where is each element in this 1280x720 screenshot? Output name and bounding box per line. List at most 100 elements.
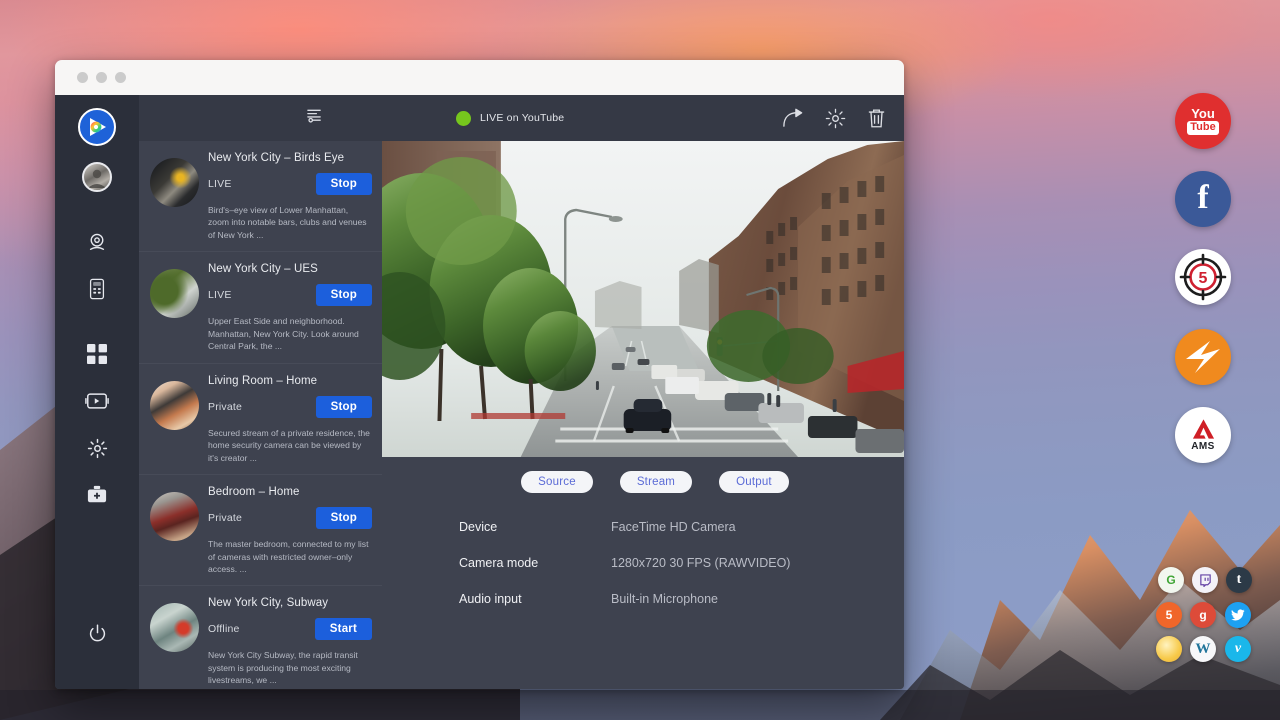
desktop-icon-facebook[interactable]: f [1175,171,1231,227]
camera-info: Living Room – Home Private Stop Secured … [208,373,372,464]
tab-output[interactable]: Output [719,471,789,493]
sidebar-item-devices[interactable] [77,269,117,309]
twitter-bird-icon [1231,609,1245,621]
video-screen-icon [85,391,109,411]
live-status: LIVE on YouTube [456,111,564,126]
camera-thumbnail [150,492,199,541]
list-item[interactable]: Bedroom – Home Private Stop The master b… [139,475,382,586]
camera-toggle-button[interactable]: Stop [316,396,372,418]
maximize-button[interactable] [115,72,126,83]
detail-value: FaceTime HD Camera [611,520,736,534]
camera-status-row: Offline Start [208,618,372,640]
svg-text:5: 5 [1199,270,1208,287]
camera-title: Living Room – Home [208,375,372,387]
desktop-icon-google-plus[interactable]: g [1190,602,1216,628]
camera-list-column: New York City – Birds Eye LIVE Stop Bird… [139,95,382,689]
camera-toggle-button[interactable]: Start [315,618,372,640]
camera-state: Offline [208,623,240,635]
detail-label: Audio input [459,592,611,606]
close-button[interactable] [77,72,88,83]
gear-icon [825,108,846,129]
video-frame [382,141,904,457]
play-logo-icon [85,115,109,139]
camera-info: New York City, Subway Offline Start New … [208,595,372,686]
ams-label: AMS [1191,441,1214,452]
target-crosshair-icon: 5 [1178,252,1228,302]
camera-title: New York City, Subway [208,597,372,609]
camera-list: New York City – Birds Eye LIVE Stop Bird… [139,141,382,689]
delete-button[interactable] [867,108,886,129]
sort-filter-icon [306,107,323,124]
avatar-icon [84,164,110,190]
sidebar-item-dashboard[interactable] [77,334,117,374]
sort-filter-button[interactable] [306,107,323,129]
detail-row: Camera mode 1280x720 30 FPS (RAWVIDEO) [459,556,904,570]
camera-description: New York City Subway, the rapid transit … [208,649,372,686]
remote-device-icon [87,278,107,300]
list-item[interactable]: New York City, Subway Offline Start New … [139,586,382,689]
sidebar-item-cameras[interactable] [77,222,117,262]
desktop-icon-livestream-five[interactable]: 5 [1156,602,1182,628]
settings-button[interactable] [825,108,846,129]
list-item[interactable]: Living Room – Home Private Stop Secured … [139,364,382,475]
camera-state: Private [208,401,242,413]
camera-toggle-button[interactable]: Stop [316,507,372,529]
sidebar-item-settings[interactable] [77,428,117,468]
camera-toggle-button[interactable]: Stop [316,173,372,195]
sidebar-rail [55,95,139,689]
camera-description: Bird's–eye view of Lower Manhattan, zoom… [208,204,372,241]
gear-icon [87,438,108,459]
camera-title: Bedroom – Home [208,486,372,498]
camera-description: The master bedroom, connected to my list… [208,538,372,575]
sidebar-item-broadcasts[interactable] [77,381,117,421]
detail-row: Device FaceTime HD Camera [459,520,904,534]
camera-status-row: Private Stop [208,396,372,418]
desktop-icon-sun-service[interactable] [1156,636,1182,662]
tab-stream[interactable]: Stream [620,471,692,493]
minimize-button[interactable] [96,72,107,83]
list-item[interactable]: New York City – Birds Eye LIVE Stop Bird… [139,141,382,252]
desktop-icon-twitch[interactable] [1192,567,1218,593]
desktop-icon-youtube[interactable]: You Tube [1175,93,1231,149]
camera-thumbnail [150,269,199,318]
camera-info: Bedroom – Home Private Stop The master b… [208,484,372,575]
desktop-icon-target-five[interactable]: 5 [1175,249,1231,305]
camera-thumbnail [150,603,199,652]
desktop-icon-adobe-ams[interactable]: AMS [1175,407,1231,463]
camera-state: LIVE [208,289,232,301]
facebook-f-text: f [1197,181,1208,215]
webcam-icon [86,231,108,253]
detail-value: 1280x720 30 FPS (RAWVIDEO) [611,556,790,570]
sidebar-item-logo[interactable] [78,108,116,146]
list-item[interactable]: New York City – UES LIVE Stop Upper East… [139,252,382,363]
camera-toggle-button[interactable]: Stop [316,284,372,306]
main-panel: LIVE on YouTube [382,95,904,689]
medkit-icon [86,485,108,505]
share-arrow-icon [782,108,804,128]
toolbar-actions [782,108,886,129]
desktop-icon-tumblr[interactable]: t [1226,567,1252,593]
camera-state: LIVE [208,178,232,190]
sidebar-item-power[interactable] [77,613,117,653]
camera-status-row: LIVE Stop [208,284,372,306]
video-preview[interactable] [382,141,904,457]
main-toolbar: LIVE on YouTube [382,95,904,141]
list-toolbar [139,95,382,141]
sidebar-item-account[interactable] [82,162,112,192]
detail-row: Audio input Built-in Microphone [459,592,904,606]
live-indicator-dot [456,111,471,126]
sidebar-item-support[interactable] [77,475,117,515]
desktop-icon-grabyo[interactable]: G [1158,567,1184,593]
desktop-icon-wordpress[interactable]: W [1190,636,1216,662]
power-icon [88,624,107,643]
camera-thumbnail [150,381,199,430]
desktop-icon-twitter[interactable] [1225,602,1251,628]
tab-source[interactable]: Source [521,471,593,493]
wowza-bolt-icon [1180,334,1226,380]
trash-icon [867,108,886,129]
camera-status-row: Private Stop [208,507,372,529]
desktop-icon-vimeo[interactable]: v [1225,636,1251,662]
desktop-icon-wowza[interactable] [1175,329,1231,385]
share-button[interactable] [782,108,804,128]
camera-info: New York City – UES LIVE Stop Upper East… [208,261,372,352]
